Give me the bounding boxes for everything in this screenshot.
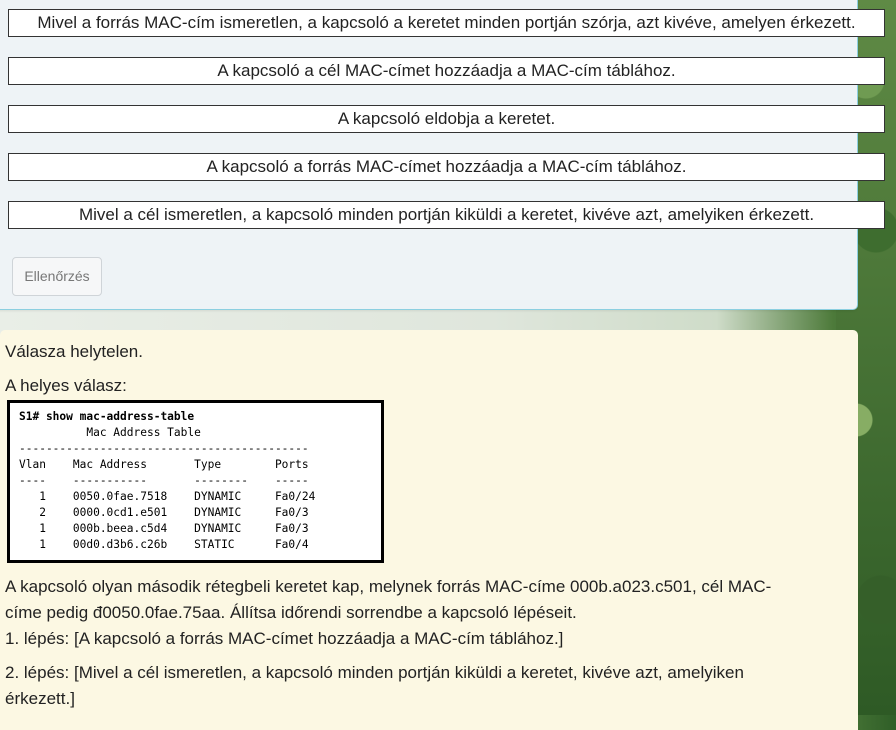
draggable-option[interactable]: Mivel a forrás MAC-cím ismeretlen, a kap… [8, 9, 885, 37]
draggable-option[interactable]: A kapcsoló eldobja a keretet. [8, 105, 885, 133]
draggable-option[interactable]: A kapcsoló a cél MAC-címet hozzáadja a M… [8, 57, 885, 85]
scenario-text-line2: címe pedig đ0050.0fae.75aa. Állítsa időr… [5, 603, 577, 622]
cli-header-underline: ---- ----------- -------- ----- [19, 474, 309, 487]
step-2-text-line2: érkezett.] [5, 689, 75, 708]
cli-separator: ----------------------------------------… [19, 442, 309, 455]
cli-row: 2 0000.0cd1.e501 DYNAMIC Fa0/3 [19, 506, 309, 519]
step-1-text: 1. lépés: [A kapcsoló a forrás MAC-címet… [5, 629, 564, 648]
cli-table-title: Mac Address Table [19, 426, 201, 439]
correct-answer-label: A helyes válasz: [5, 376, 127, 395]
cli-row: 1 00d0.d3b6.c26b STATIC Fa0/4 [19, 538, 309, 551]
cli-output: S1# show mac-address-table Mac Address T… [19, 409, 315, 553]
draggable-option[interactable]: Mivel a cél ismeretlen, a kapcsoló minde… [8, 201, 885, 229]
draggable-option[interactable]: A kapcsoló a forrás MAC-címet hozzáadja … [8, 153, 885, 181]
cli-row: 1 0050.0fae.7518 DYNAMIC Fa0/24 [19, 490, 316, 503]
cli-command: S1# show mac-address-table [19, 410, 195, 423]
check-button[interactable]: Ellenőrzés [12, 257, 102, 296]
result-text: Válasza helytelen. [5, 342, 143, 361]
step-2-text-line1: 2. lépés: [Mivel a cél ismeretlen, a kap… [5, 663, 744, 682]
scenario-text-line1: A kapcsoló olyan második rétegbeli keret… [5, 577, 772, 596]
cli-row: 1 000b.beea.c5d4 DYNAMIC Fa0/3 [19, 522, 309, 535]
cli-header: Vlan Mac Address Type Ports [19, 458, 309, 471]
cli-output-image: S1# show mac-address-table Mac Address T… [7, 400, 384, 563]
